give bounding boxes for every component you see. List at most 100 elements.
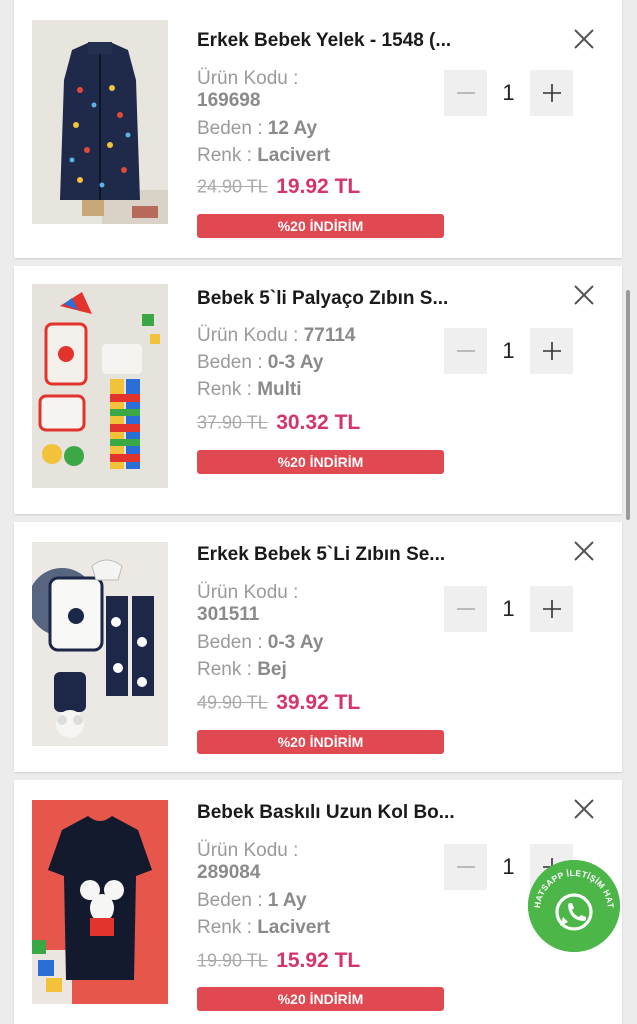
- color-label: Renk :: [197, 379, 252, 400]
- product-code-value-row: 301511: [197, 604, 259, 626]
- product-code-label: Ürün Kodu :: [197, 840, 299, 861]
- color-row: Renk : Multi: [197, 379, 302, 401]
- cart-item: Bebek 5`li Palyaço Zıbın S... Ürün Kodu …: [14, 266, 622, 514]
- scrollbar-thumb[interactable]: [626, 290, 630, 520]
- minus-icon: [456, 92, 475, 94]
- cart-page: Erkek Bebek Yelek - 1548 (... Ürün Kodu …: [0, 0, 637, 1024]
- product-code-value: 169698: [197, 90, 261, 111]
- size-label: Beden :: [197, 890, 263, 911]
- color-value: Lacivert: [257, 145, 331, 166]
- size-value: 1 Ay: [267, 890, 307, 911]
- product-code-value: 301511: [197, 604, 260, 625]
- color-value: Bej: [257, 659, 287, 680]
- size-row: Beden : 12 Ay: [197, 118, 317, 140]
- product-title[interactable]: Bebek Baskılı Uzun Kol Bo...: [197, 802, 487, 824]
- size-label: Beden :: [197, 352, 263, 373]
- product-code-row: Ürün Kodu :: [197, 582, 298, 604]
- product-code-value-row: 169698: [197, 90, 260, 112]
- increase-quantity-button[interactable]: [530, 328, 573, 374]
- new-price: 30.32 TL: [276, 411, 361, 434]
- product-code-row: Ürün Kodu :: [197, 68, 298, 90]
- product-image[interactable]: [32, 20, 168, 224]
- minus-icon: [456, 350, 475, 352]
- quantity-stepper: 1: [444, 586, 573, 632]
- product-title[interactable]: Erkek Bebek 5`Li Zıbın Se...: [197, 544, 487, 566]
- remove-item-button[interactable]: [569, 280, 599, 310]
- mouse-bodysuit-photo: [32, 800, 168, 1004]
- product-image[interactable]: [32, 542, 168, 746]
- old-price: 37.90 TL: [197, 412, 268, 433]
- size-value: 0-3 Ay: [267, 632, 324, 653]
- product-code-label: Ürün Kodu :: [197, 325, 299, 346]
- decrease-quantity-button[interactable]: [444, 844, 487, 890]
- product-title[interactable]: Erkek Bebek Yelek - 1548 (...: [197, 30, 487, 52]
- size-row: Beden : 0-3 Ay: [197, 632, 323, 654]
- quantity-value[interactable]: 1: [487, 70, 530, 116]
- new-price: 15.92 TL: [276, 949, 361, 972]
- cart-item: Erkek Bebek Yelek - 1548 (... Ürün Kodu …: [14, 0, 622, 258]
- quantity-stepper: 1: [444, 328, 573, 374]
- decrease-quantity-button[interactable]: [444, 586, 487, 632]
- price-row: 19.90 TL 15.92 TL: [197, 949, 360, 975]
- whatsapp-icon: WHATSAPP İLETİŞİM HATTI: [528, 860, 620, 952]
- remove-item-button[interactable]: [569, 536, 599, 566]
- whatsapp-contact-button[interactable]: WHATSAPP İLETİŞİM HATTI: [528, 860, 620, 952]
- price-row: 24.90 TL 19.92 TL: [197, 175, 360, 201]
- close-icon: [574, 285, 594, 305]
- decrease-quantity-button[interactable]: [444, 328, 487, 374]
- close-icon: [574, 799, 594, 819]
- quantity-stepper: 1: [444, 70, 573, 116]
- product-code-row: Ürün Kodu : 77114: [197, 325, 355, 347]
- minus-icon: [456, 866, 475, 868]
- quantity-value[interactable]: 1: [487, 844, 530, 890]
- decrease-quantity-button[interactable]: [444, 70, 487, 116]
- product-code-row: Ürün Kodu :: [197, 840, 298, 862]
- color-label: Renk :: [197, 659, 252, 680]
- new-price: 39.92 TL: [276, 691, 361, 714]
- color-value: Multi: [257, 379, 302, 400]
- remove-item-button[interactable]: [569, 24, 599, 54]
- minus-icon: [456, 608, 475, 610]
- discount-badge: %20 İNDİRİM: [197, 214, 444, 238]
- price-row: 49.90 TL 39.92 TL: [197, 691, 360, 717]
- product-title[interactable]: Bebek 5`li Palyaço Zıbın S...: [197, 288, 487, 310]
- product-code-label: Ürün Kodu :: [197, 68, 299, 89]
- size-value: 0-3 Ay: [267, 352, 324, 373]
- clown-set-photo: [32, 284, 168, 488]
- plus-icon: [542, 84, 561, 102]
- product-code-value: 77114: [303, 325, 356, 346]
- navy-vest-photo: [32, 20, 168, 224]
- size-row: Beden : 0-3 Ay: [197, 352, 323, 374]
- old-price: 24.90 TL: [197, 176, 268, 197]
- color-label: Renk :: [197, 917, 252, 938]
- color-label: Renk :: [197, 145, 252, 166]
- discount-badge: %20 İNDİRİM: [197, 987, 444, 1011]
- discount-badge: %20 İNDİRİM: [197, 450, 444, 474]
- quantity-value[interactable]: 1: [487, 586, 530, 632]
- product-image[interactable]: [32, 800, 168, 1004]
- old-price: 19.90 TL: [197, 950, 268, 971]
- size-row: Beden : 1 Ay: [197, 890, 307, 912]
- color-row: Renk : Lacivert: [197, 917, 330, 939]
- plus-icon: [542, 600, 561, 618]
- close-icon: [574, 541, 594, 561]
- discount-badge: %20 İNDİRİM: [197, 730, 444, 754]
- remove-item-button[interactable]: [569, 794, 599, 824]
- close-icon: [574, 29, 594, 49]
- panda-set-photo: [32, 542, 168, 746]
- cart-item: Erkek Bebek 5`Li Zıbın Se... Ürün Kodu :…: [14, 522, 622, 772]
- increase-quantity-button[interactable]: [530, 70, 573, 116]
- old-price: 49.90 TL: [197, 692, 268, 713]
- color-value: Lacivert: [257, 917, 331, 938]
- quantity-value[interactable]: 1: [487, 328, 530, 374]
- increase-quantity-button[interactable]: [530, 586, 573, 632]
- product-code-label: Ürün Kodu :: [197, 582, 299, 603]
- new-price: 19.92 TL: [276, 175, 361, 198]
- product-image[interactable]: [32, 284, 168, 488]
- color-row: Renk : Lacivert: [197, 145, 330, 167]
- product-code-value-row: 289084: [197, 862, 260, 884]
- product-code-value: 289084: [197, 862, 261, 883]
- color-row: Renk : Bej: [197, 659, 287, 681]
- price-row: 37.90 TL 30.32 TL: [197, 411, 360, 437]
- plus-icon: [542, 342, 561, 360]
